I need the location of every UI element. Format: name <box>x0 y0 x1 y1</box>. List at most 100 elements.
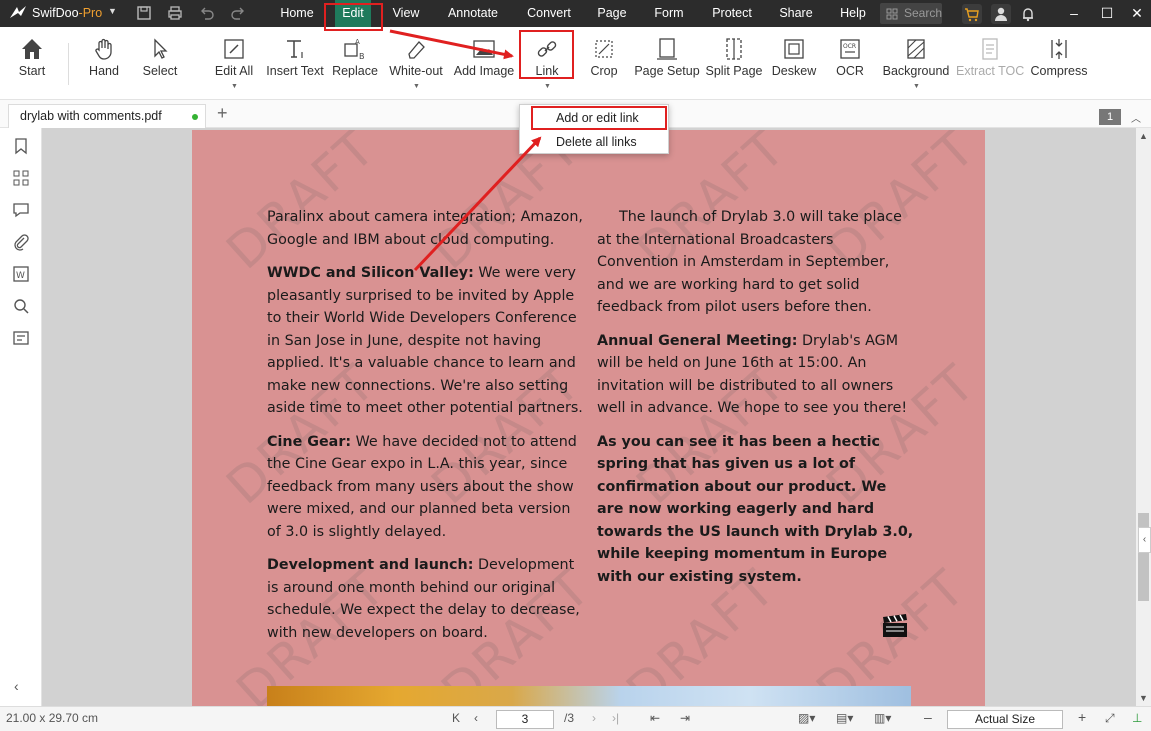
edit-all-button[interactable]: Edit All ▼ <box>210 27 258 100</box>
right-text-column: The launch of Drylab 3.0 will take place… <box>597 206 915 599</box>
user-avatar-icon[interactable] <box>991 4 1011 24</box>
paragraph: Annual General Meeting: Drylab's AGM wil… <box>597 332 908 417</box>
cart-icon[interactable] <box>962 4 982 24</box>
background-dropdown-icon[interactable]: ▼ <box>913 83 920 90</box>
add-image-button[interactable]: Add Image <box>452 27 516 100</box>
insert-text-button[interactable]: Insert Text <box>264 27 326 100</box>
last-page-button[interactable]: ›| <box>612 711 619 725</box>
document-tab-title: drylab with comments.pdf <box>20 109 162 123</box>
redo-icon[interactable] <box>229 5 247 22</box>
scroll-mode-icon[interactable]: ▤▾ <box>836 711 853 725</box>
edit-all-icon <box>224 39 244 59</box>
menu-form[interactable]: Form <box>647 0 691 27</box>
previous-view-icon[interactable]: ⇤ <box>650 711 660 725</box>
page-mode-icon[interactable]: ▨▾ <box>798 711 815 725</box>
app-menu-caret-icon[interactable]: ▼ <box>108 6 117 16</box>
deskew-button[interactable]: Deskew <box>770 27 818 100</box>
ocr-button[interactable]: OCR OCR <box>830 27 870 100</box>
left-sidebar: W ‹ <box>0 128 42 706</box>
toolbar-separator <box>68 43 69 85</box>
new-tab-button[interactable]: + <box>217 103 228 124</box>
crop-icon <box>595 40 613 58</box>
comment-icon[interactable] <box>12 201 30 219</box>
undo-icon[interactable] <box>198 5 216 22</box>
white-out-dropdown-icon[interactable]: ▼ <box>413 83 420 90</box>
svg-text:B: B <box>359 52 365 61</box>
extract-toc-button[interactable]: Extract TOC <box>956 27 1024 100</box>
minimize-button[interactable]: – <box>1057 0 1091 27</box>
word-count-icon[interactable]: W <box>12 265 30 283</box>
scroll-down-icon[interactable]: ▼ <box>1136 693 1151 703</box>
page-setup-icon <box>657 38 677 60</box>
print-icon[interactable] <box>166 5 184 22</box>
first-page-button[interactable]: K <box>452 711 460 725</box>
expand-right-panel-icon[interactable]: ‹ <box>1138 527 1151 553</box>
zoom-out-button[interactable]: – <box>924 709 932 725</box>
start-button[interactable]: Start <box>10 27 54 100</box>
title-bar: SwifDoo-Pro ▼ Home Edit View Annotate Co… <box>0 0 1151 27</box>
menu-protect[interactable]: Protect <box>705 0 759 27</box>
notification-bell-icon[interactable] <box>1018 4 1038 24</box>
hand-button[interactable]: Hand <box>82 27 126 100</box>
page-size-label: 21.00 x 29.70 cm <box>6 711 99 725</box>
zoom-level-select[interactable]: Actual Size <box>947 710 1063 729</box>
background-button[interactable]: Background ▼ <box>880 27 952 100</box>
prev-page-button[interactable]: ‹ <box>474 711 478 725</box>
ocr-icon: OCR <box>840 39 860 59</box>
form-fields-icon[interactable] <box>12 329 30 347</box>
cursor-arrow-icon <box>154 38 168 59</box>
svg-text:OCR: OCR <box>843 43 856 50</box>
thumbnails-icon[interactable] <box>12 169 30 187</box>
menu-view[interactable]: View <box>384 0 428 27</box>
white-out-button[interactable]: White-out ▼ <box>386 27 446 100</box>
maximize-button[interactable]: ☐ <box>1090 0 1124 27</box>
extract-toc-icon <box>982 38 998 60</box>
menu-edit[interactable]: Edit <box>335 0 371 27</box>
fit-mode-icon[interactable]: ▥▾ <box>874 711 891 725</box>
search-icon[interactable] <box>12 297 30 315</box>
vertical-scrollbar[interactable]: ▲ ▼ <box>1136 128 1151 706</box>
split-page-button[interactable]: Split Page <box>704 27 764 100</box>
zoom-in-button[interactable]: + <box>1078 709 1086 725</box>
collapse-ribbon-icon[interactable]: ︿ <box>1131 110 1141 125</box>
bookmark-icon[interactable] <box>12 137 30 155</box>
total-pages-label: /3 <box>564 711 575 725</box>
current-page-input[interactable]: 3 <box>496 710 554 729</box>
clapperboard-icon <box>883 614 907 637</box>
document-tab[interactable]: drylab with comments.pdf <box>8 104 206 128</box>
menu-help[interactable]: Help <box>833 0 873 27</box>
menu-page[interactable]: Page <box>591 0 633 27</box>
fullscreen-icon[interactable]: ⤢ <box>1105 711 1115 726</box>
crop-button[interactable]: Crop <box>584 27 624 100</box>
menu-share[interactable]: Share <box>773 0 819 27</box>
save-icon[interactable] <box>135 5 153 22</box>
menu-annotate[interactable]: Annotate <box>440 0 506 27</box>
add-or-edit-link-item[interactable]: Add or edit link <box>520 106 668 130</box>
image-icon <box>473 40 495 58</box>
menu-convert[interactable]: Convert <box>519 0 579 27</box>
attachment-icon[interactable] <box>12 233 30 251</box>
menu-home[interactable]: Home <box>270 0 324 27</box>
replace-button[interactable]: BA Replace <box>330 27 380 100</box>
select-button[interactable]: Select <box>138 27 182 100</box>
app-name: SwifDoo-Pro <box>32 6 103 20</box>
pin-icon[interactable]: ⊥ <box>1132 711 1142 725</box>
close-button[interactable]: ✕ <box>1120 0 1151 27</box>
collapse-sidebar-icon[interactable]: ‹ <box>14 678 19 694</box>
compress-button[interactable]: Compress <box>1030 27 1088 100</box>
scroll-up-icon[interactable]: ▲ <box>1136 131 1151 141</box>
next-view-icon[interactable]: ⇥ <box>680 711 690 725</box>
pdf-page: DRAFT DRAFT DRAFT DRAFT DRAFT DRAFT DRAF… <box>192 130 985 706</box>
page-count-badge: 1 <box>1099 109 1121 125</box>
link-dropdown-icon[interactable]: ▼ <box>544 83 551 90</box>
saved-status-dot <box>192 114 198 120</box>
svg-text:W: W <box>16 271 25 281</box>
edit-all-dropdown-icon[interactable]: ▼ <box>231 83 238 90</box>
compress-icon <box>1051 39 1067 59</box>
delete-all-links-item[interactable]: Delete all links <box>520 130 668 154</box>
search-box[interactable]: Search <box>880 3 942 24</box>
page-setup-button[interactable]: Page Setup <box>634 27 700 100</box>
link-button[interactable]: Link ▼ <box>522 27 572 100</box>
next-page-button[interactable]: › <box>592 711 596 725</box>
paragraph: Paralinx about camera integration; Amazo… <box>267 209 583 248</box>
